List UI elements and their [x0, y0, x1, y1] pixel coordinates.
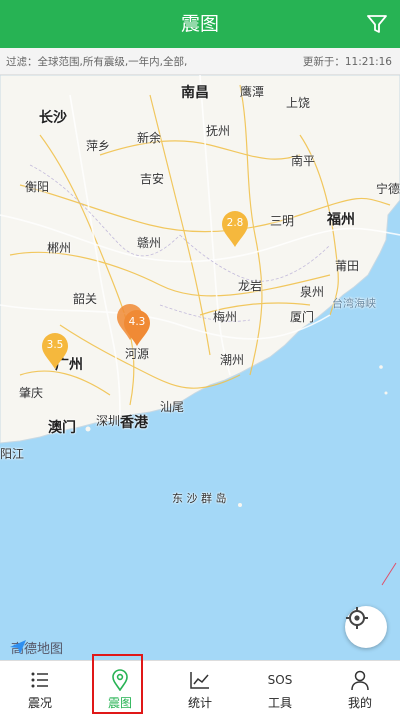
amap-logo-icon	[10, 640, 26, 654]
city-label: 长沙	[39, 110, 67, 126]
city-label: 潮州	[220, 353, 245, 367]
earthquake-marker[interactable]: 2.8	[220, 210, 250, 248]
city-label: 三明	[270, 214, 295, 228]
city-label: 南昌	[181, 85, 209, 101]
city-label: 衡阳	[25, 180, 50, 194]
tab-statistics[interactable]: 统计	[160, 661, 240, 720]
chart-icon	[190, 672, 209, 689]
filter-summary-bar[interactable]: 过滤：全球范围,所有震级,一年内,全部, 更新于：11:21:16	[0, 48, 400, 75]
tab-tools[interactable]: SOS 工具	[240, 661, 320, 720]
city-label: 南平	[291, 154, 316, 168]
user-icon	[351, 670, 369, 691]
city-label: 郴州	[47, 241, 72, 255]
city-label: 阳江	[0, 447, 25, 461]
filter-text: 过滤：全球范围,所有震级,一年内,全部,	[6, 56, 188, 68]
sos-icon: SOS	[267, 673, 293, 687]
city-label: 上饶	[286, 96, 311, 110]
selection-highlight	[92, 654, 143, 714]
city-label: 台湾海峡	[332, 297, 376, 310]
filter-icon	[367, 15, 387, 33]
city-label: 东 沙 群 岛	[172, 492, 227, 505]
bottom-tab-bar: 震况 震图 统计 SOS 工具 我的	[0, 660, 400, 720]
city-label: 赣州	[137, 236, 162, 250]
tab-label: 震况	[27, 696, 52, 710]
title-bar: 震图	[0, 0, 400, 48]
marker-pin-icon	[222, 211, 248, 247]
marker-pin-icon	[42, 333, 68, 369]
city-label: 深圳	[96, 414, 121, 428]
city-label: 鹰潭	[240, 85, 265, 99]
list-icon	[31, 672, 48, 688]
tab-label: 统计	[187, 696, 212, 710]
city-label: 新余	[137, 131, 162, 145]
city-label: 梅州	[213, 310, 238, 324]
earthquake-map[interactable]: 南昌 长沙 鹰潭 萍乡 新余 抚州 上饶 衡阳 吉安 南平 宁德 三明 福州 郴…	[0, 75, 400, 660]
page-title: 震图	[180, 13, 219, 35]
locate-button[interactable]	[345, 606, 387, 648]
city-label: 澳门	[48, 420, 76, 436]
tab-profile[interactable]: 我的	[320, 661, 400, 720]
city-label: 河源	[125, 347, 150, 361]
tab-label: 我的	[347, 696, 372, 710]
city-label: 肇庆	[19, 386, 44, 400]
city-label: 厦门	[290, 310, 315, 324]
city-label: 香港	[120, 415, 148, 431]
city-label: 吉安	[140, 172, 165, 186]
city-label: 汕尾	[160, 400, 185, 414]
city-label: 萍乡	[86, 139, 111, 153]
tab-label: 工具	[267, 696, 292, 710]
marker-magnitude: 4.3	[128, 316, 146, 328]
map-provider-logo: 高德地图	[8, 638, 63, 657]
city-label: 抚州	[206, 124, 231, 138]
updated-time: 更新于：11:21:16	[302, 56, 392, 68]
earthquake-marker[interactable]: 3.5	[40, 332, 70, 370]
city-label: 泉州	[300, 285, 325, 299]
city-label: 韶关	[73, 292, 98, 306]
tab-quake-list[interactable]: 震况	[0, 661, 80, 720]
city-label: 龙岩	[238, 279, 263, 293]
marker-magnitude: 2.8	[226, 217, 244, 229]
city-label: 莆田	[335, 259, 360, 273]
crosshair-icon	[346, 607, 368, 629]
filter-button[interactable]	[362, 9, 392, 39]
marker-pin-icon	[124, 310, 150, 346]
city-label: 福州	[327, 212, 355, 228]
earthquake-marker[interactable]: 4.3	[122, 309, 152, 347]
marker-magnitude: 3.5	[46, 339, 64, 351]
city-label: 宁德	[376, 182, 400, 196]
